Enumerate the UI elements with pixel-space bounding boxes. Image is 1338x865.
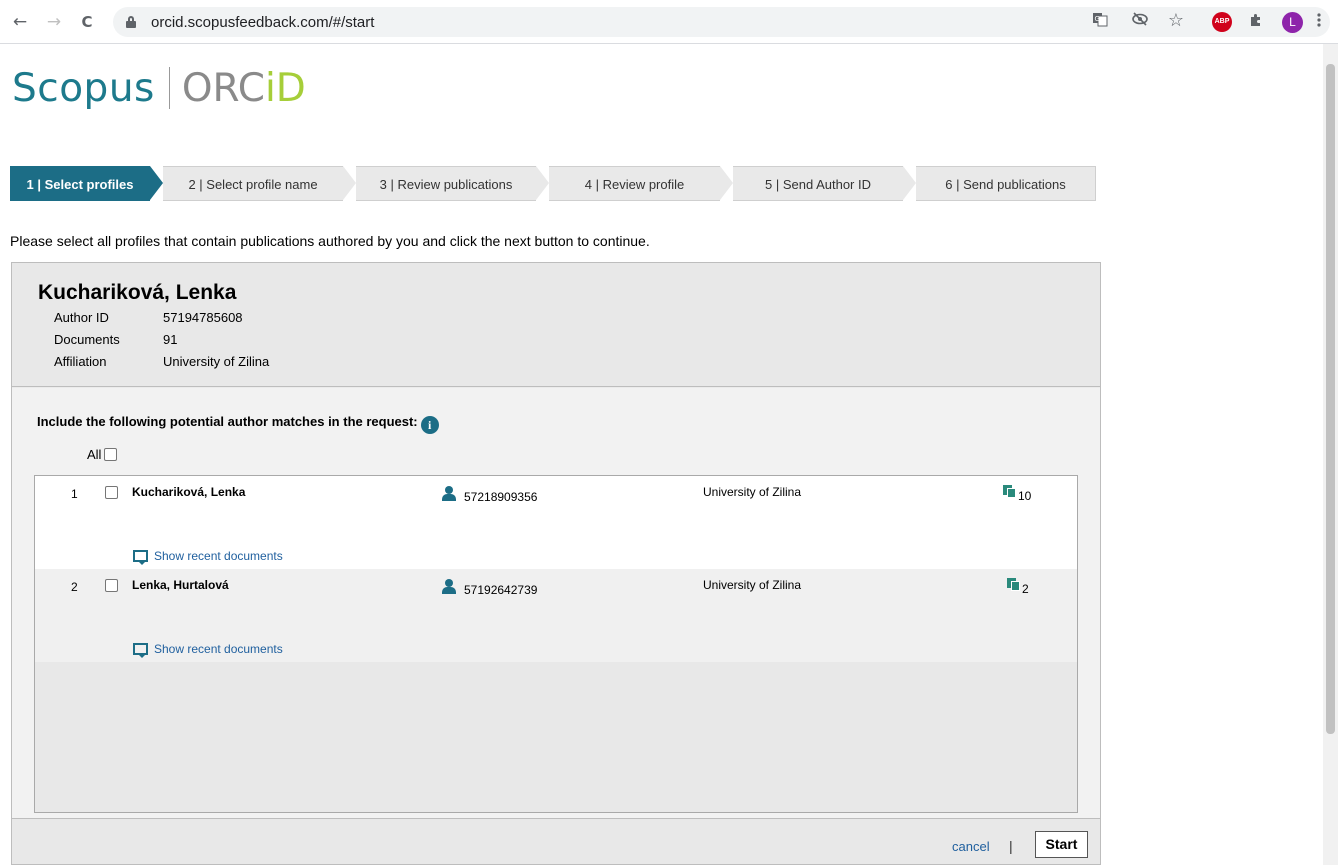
address-bar[interactable]: orcid.scopusfeedback.com/#/start G ☆ bbox=[113, 7, 1330, 37]
start-button[interactable]: Start bbox=[1035, 831, 1088, 858]
wizard-steps: 1 | Select profiles 2 | Select profile n… bbox=[10, 166, 1096, 201]
profile-header: Kuchariková, Lenka Author ID 57194785608 … bbox=[12, 263, 1100, 387]
match-doc-count: 10 bbox=[1018, 489, 1032, 503]
match-row: 2 Lenka, Hurtalová 57192642739 Universit… bbox=[35, 569, 1077, 662]
profile-panel: Kuchariková, Lenka Author ID 57194785608 … bbox=[11, 262, 1101, 865]
profile-avatar[interactable]: L bbox=[1282, 12, 1303, 33]
info-icon[interactable]: i bbox=[420, 416, 439, 434]
step-4: 4 | Review profile bbox=[549, 166, 720, 201]
select-all[interactable]: All bbox=[87, 447, 118, 462]
matches-list[interactable]: 1 Kuchariková, Lenka 57218909356 Univers… bbox=[34, 475, 1078, 813]
url-text[interactable]: orcid.scopusfeedback.com/#/start bbox=[151, 14, 374, 31]
menu-icon[interactable] bbox=[1314, 12, 1324, 32]
person-icon bbox=[442, 579, 456, 594]
step-2-arrow bbox=[343, 166, 356, 200]
reload-icon[interactable]: C bbox=[77, 12, 97, 32]
step-3: 3 | Review publications bbox=[356, 166, 536, 201]
profile-name: Kuchariková, Lenka bbox=[38, 281, 237, 304]
page-scrollbar[interactable] bbox=[1323, 44, 1338, 865]
documents-row: Documents 91 bbox=[54, 332, 178, 347]
step-5-arrow bbox=[903, 166, 916, 200]
affiliation-row: Affiliation University of Zilina bbox=[54, 354, 270, 369]
author-id-row: Author ID 57194785608 bbox=[54, 310, 243, 325]
step-1: 1 | Select profiles bbox=[10, 166, 150, 201]
select-all-label: All bbox=[87, 447, 102, 462]
step-2: 2 | Select profile name bbox=[163, 166, 343, 201]
lock-icon[interactable] bbox=[126, 16, 136, 28]
row-number: 1 bbox=[71, 487, 78, 501]
logo-divider bbox=[168, 67, 170, 109]
svg-text:G: G bbox=[1095, 15, 1100, 23]
match-name: Lenka, Hurtalová bbox=[132, 578, 229, 592]
step-4-arrow bbox=[720, 166, 733, 200]
step-1-arrow bbox=[150, 166, 163, 200]
panel-footer: cancel | Start bbox=[12, 818, 1100, 864]
orcid-logo: ORCiD bbox=[181, 65, 306, 111]
star-icon[interactable]: ☆ bbox=[1166, 11, 1186, 31]
extensions-icon[interactable] bbox=[1246, 12, 1266, 32]
match-affiliation: University of Zilina bbox=[703, 485, 802, 499]
show-recent-documents-link[interactable]: Show recent documents bbox=[133, 549, 283, 565]
scopus-logo: Scopus bbox=[12, 65, 155, 111]
select-all-checkbox[interactable] bbox=[104, 448, 118, 461]
match-row: 1 Kuchariková, Lenka 57218909356 Univers… bbox=[35, 476, 1077, 569]
instruction-text: Please select all profiles that contain … bbox=[10, 233, 650, 249]
documents-icon bbox=[1007, 578, 1020, 591]
adblock-icon[interactable]: ABP bbox=[1212, 12, 1232, 32]
documents-icon bbox=[1003, 485, 1016, 498]
browser-toolbar: ← → C orcid.scopusfeedback.com/#/start G… bbox=[0, 0, 1338, 44]
matches-section: Include the following potential author m… bbox=[12, 388, 1100, 818]
match-doc-count: 2 bbox=[1022, 582, 1029, 596]
match-author-id: 57218909356 bbox=[464, 490, 538, 504]
forward-icon[interactable]: → bbox=[44, 12, 64, 32]
back-icon[interactable]: ← bbox=[10, 12, 30, 32]
show-documents-icon bbox=[133, 550, 148, 565]
match-checkbox[interactable] bbox=[105, 486, 118, 499]
person-icon bbox=[442, 486, 456, 501]
step-3-arrow bbox=[536, 166, 549, 200]
cancel-link[interactable]: cancel bbox=[952, 839, 990, 854]
matches-heading: Include the following potential author m… bbox=[37, 414, 439, 434]
show-documents-icon bbox=[133, 643, 148, 658]
footer-separator: | bbox=[1009, 838, 1013, 854]
step-5: 5 | Send Author ID bbox=[733, 166, 903, 201]
row-number: 2 bbox=[71, 580, 78, 594]
scopus-orcid-logo: Scopus ORCiD bbox=[12, 65, 306, 111]
match-author-id: 57192642739 bbox=[464, 583, 538, 597]
eye-off-icon[interactable] bbox=[1130, 11, 1150, 31]
match-name: Kuchariková, Lenka bbox=[132, 485, 246, 499]
show-recent-documents-link[interactable]: Show recent documents bbox=[133, 642, 283, 658]
match-affiliation: University of Zilina bbox=[703, 578, 802, 592]
match-checkbox[interactable] bbox=[105, 579, 118, 592]
translate-icon[interactable]: G bbox=[1090, 11, 1110, 31]
scrollbar-thumb[interactable] bbox=[1326, 64, 1335, 734]
step-6: 6 | Send publications bbox=[916, 166, 1096, 201]
